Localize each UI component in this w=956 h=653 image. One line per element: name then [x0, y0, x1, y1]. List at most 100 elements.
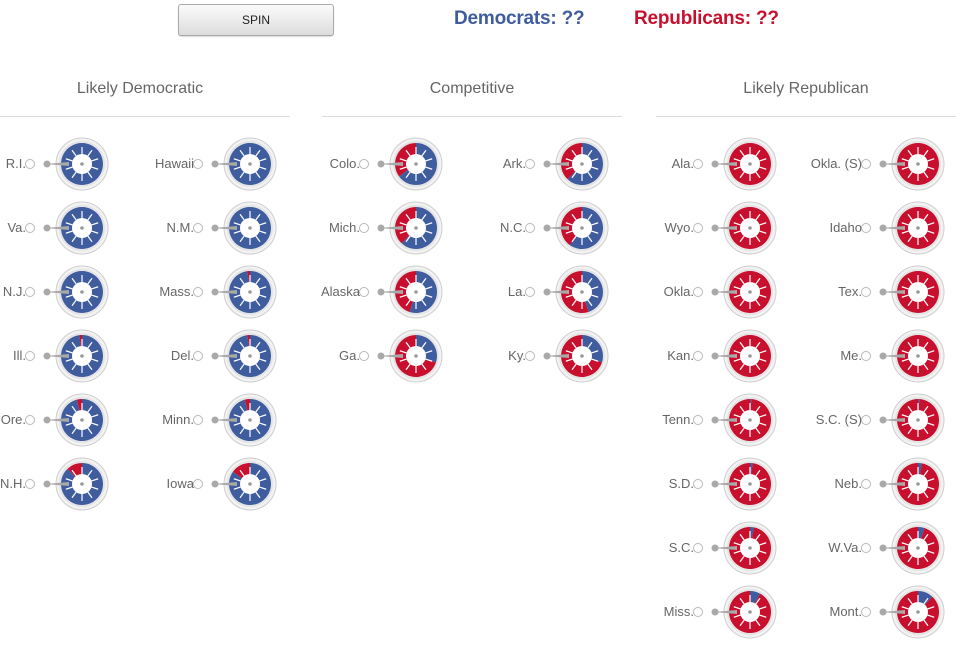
- pointer-knob: [879, 416, 887, 424]
- state-radio[interactable]: [693, 415, 703, 425]
- spinner-wheel[interactable]: [203, 136, 277, 192]
- spinner-wheel[interactable]: [35, 264, 109, 320]
- state-radio[interactable]: [861, 543, 871, 553]
- spinner-wheel[interactable]: [535, 328, 609, 384]
- spinner-wheel[interactable]: [871, 456, 945, 512]
- pointer-knob: [711, 352, 719, 360]
- state-label: Miss.: [663, 604, 694, 619]
- state-radio[interactable]: [25, 479, 35, 489]
- wheel-hub: [248, 418, 252, 422]
- spinner-wheel[interactable]: [871, 200, 945, 256]
- state-radio[interactable]: [693, 159, 703, 169]
- spinner-wheel[interactable]: [369, 200, 443, 256]
- state-radio[interactable]: [193, 223, 203, 233]
- state-radio[interactable]: [359, 351, 369, 361]
- state-radio[interactable]: [693, 479, 703, 489]
- spinner-wheel[interactable]: [703, 584, 777, 640]
- state-radio[interactable]: [861, 351, 871, 361]
- state-label: Idaho: [829, 220, 862, 235]
- state-radio[interactable]: [193, 479, 203, 489]
- pointer-knob: [711, 160, 719, 168]
- pointer-knob: [211, 160, 219, 168]
- race-item: Alaska: [321, 264, 452, 320]
- spinner-wheel[interactable]: [35, 200, 109, 256]
- state-radio[interactable]: [693, 607, 703, 617]
- race-item: N.H.: [0, 456, 118, 512]
- state-radio[interactable]: [861, 607, 871, 617]
- state-radio[interactable]: [525, 159, 535, 169]
- state-label: Alaska: [320, 284, 360, 299]
- state-radio[interactable]: [25, 223, 35, 233]
- column-divider: [322, 116, 622, 117]
- spinner-wheel[interactable]: [35, 328, 109, 384]
- spinner-wheel[interactable]: [35, 136, 109, 192]
- spinner-wheel[interactable]: [703, 456, 777, 512]
- spinner-wheel[interactable]: [871, 520, 945, 576]
- spinner-wheel[interactable]: [535, 264, 609, 320]
- pointer-knob: [43, 352, 51, 360]
- spinner-wheel[interactable]: [871, 136, 945, 192]
- state-radio[interactable]: [693, 223, 703, 233]
- spinner-wheel[interactable]: [703, 392, 777, 448]
- state-label: Kan.: [667, 348, 694, 363]
- state-radio[interactable]: [359, 159, 369, 169]
- pointer-knob: [211, 288, 219, 296]
- state-label: Tenn.: [662, 412, 694, 427]
- state-radio[interactable]: [193, 351, 203, 361]
- state-radio[interactable]: [25, 287, 35, 297]
- state-label: Ky.: [508, 348, 526, 363]
- spinner-wheel[interactable]: [203, 328, 277, 384]
- spinner-wheel[interactable]: [871, 328, 945, 384]
- spinner-wheel[interactable]: [369, 328, 443, 384]
- state-radio[interactable]: [359, 223, 369, 233]
- spin-button[interactable]: SPIN: [178, 4, 334, 36]
- state-radio[interactable]: [525, 287, 535, 297]
- spinner-wheel[interactable]: [203, 200, 277, 256]
- state-radio[interactable]: [693, 543, 703, 553]
- spinner-wheel[interactable]: [871, 584, 945, 640]
- race-item: Ky.: [498, 328, 618, 384]
- spinner-wheel[interactable]: [703, 136, 777, 192]
- state-radio[interactable]: [359, 287, 369, 297]
- state-label: Va.: [7, 220, 26, 235]
- state-radio[interactable]: [25, 159, 35, 169]
- wheel-hub: [916, 610, 920, 614]
- spinner-wheel[interactable]: [203, 264, 277, 320]
- spinner-wheel[interactable]: [203, 392, 277, 448]
- state-radio[interactable]: [193, 159, 203, 169]
- state-radio[interactable]: [693, 287, 703, 297]
- state-radio[interactable]: [861, 223, 871, 233]
- spinner-wheel[interactable]: [703, 328, 777, 384]
- pointer-knob: [711, 416, 719, 424]
- spinner-wheel[interactable]: [703, 264, 777, 320]
- state-radio[interactable]: [193, 415, 203, 425]
- state-radio[interactable]: [861, 159, 871, 169]
- wheel-hub: [80, 226, 84, 230]
- wheel-hub: [80, 354, 84, 358]
- spinner-wheel[interactable]: [535, 200, 609, 256]
- wheel-hub: [580, 290, 584, 294]
- spinner-wheel[interactable]: [369, 264, 443, 320]
- state-radio[interactable]: [861, 287, 871, 297]
- spinner-wheel[interactable]: [871, 264, 945, 320]
- state-radio[interactable]: [693, 351, 703, 361]
- race-item: Me.: [834, 328, 954, 384]
- state-radio[interactable]: [525, 223, 535, 233]
- state-radio[interactable]: [525, 351, 535, 361]
- state-label: Okla.: [663, 284, 694, 299]
- state-radio[interactable]: [25, 415, 35, 425]
- spinner-wheel[interactable]: [871, 392, 945, 448]
- state-radio[interactable]: [25, 351, 35, 361]
- spinner-wheel[interactable]: [703, 200, 777, 256]
- state-label: Hawaii: [154, 156, 194, 171]
- state-radio[interactable]: [193, 287, 203, 297]
- state-radio[interactable]: [861, 415, 871, 425]
- spinner-wheel[interactable]: [35, 456, 109, 512]
- spinner-wheel[interactable]: [203, 456, 277, 512]
- spinner-wheel[interactable]: [703, 520, 777, 576]
- spinner-wheel[interactable]: [35, 392, 109, 448]
- state-radio[interactable]: [861, 479, 871, 489]
- pointer-knob: [211, 480, 219, 488]
- spinner-wheel[interactable]: [369, 136, 443, 192]
- spinner-wheel[interactable]: [535, 136, 609, 192]
